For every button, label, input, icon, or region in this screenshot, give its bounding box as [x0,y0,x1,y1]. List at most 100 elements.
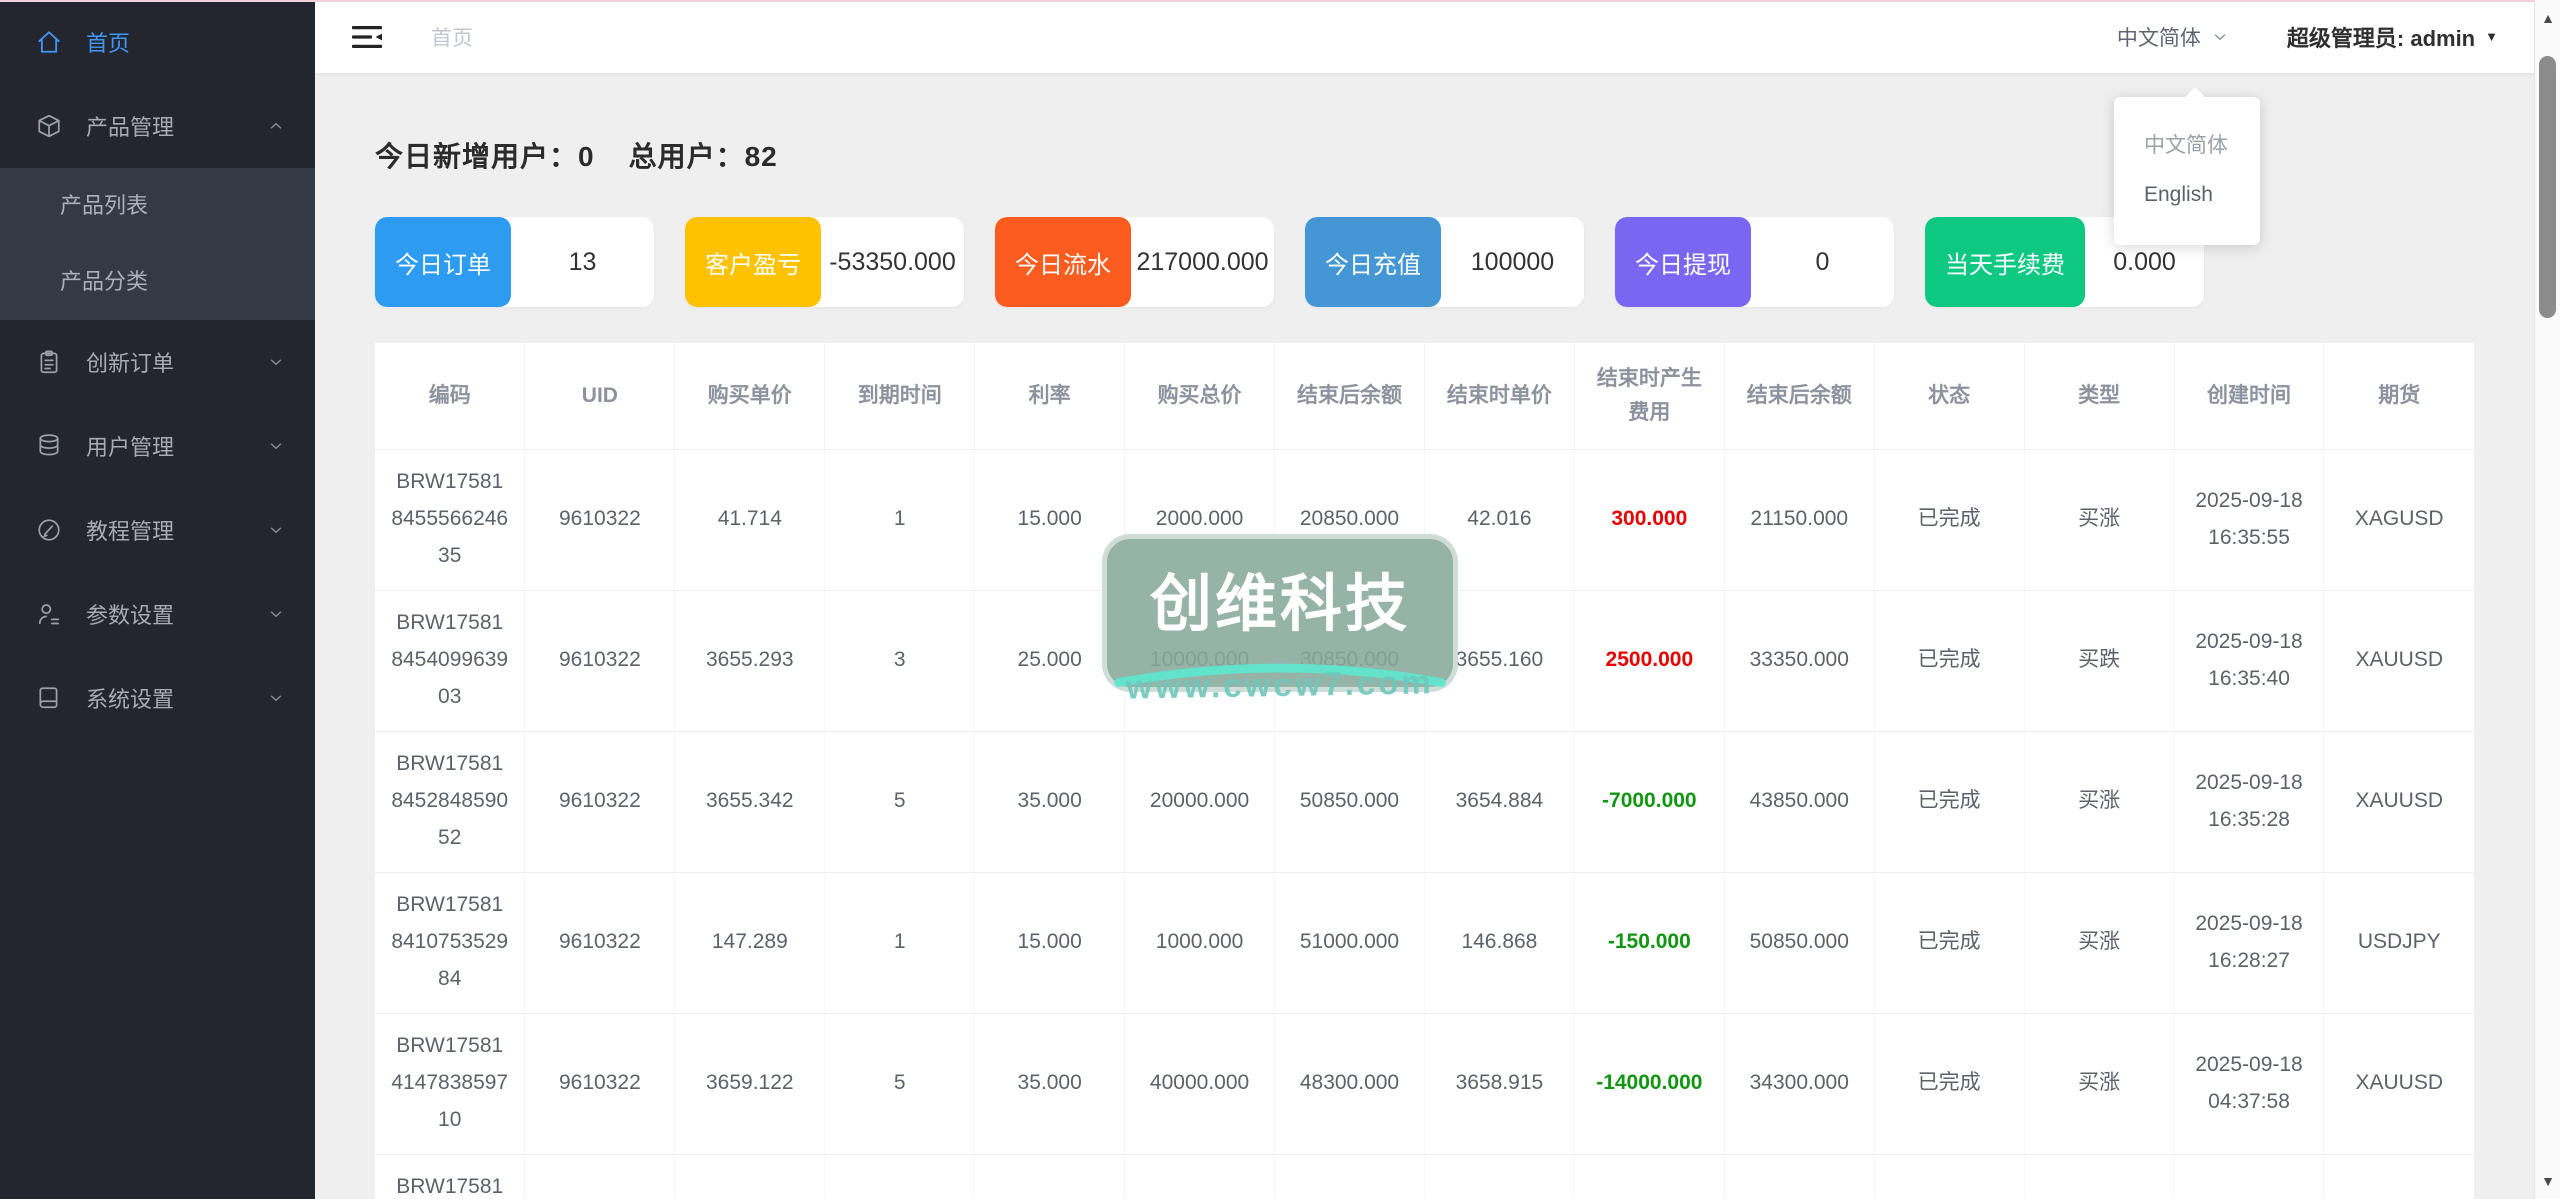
cell-buy-price: 3655.342 [674,731,826,873]
scrollbar-up-arrow[interactable]: ▲ [2535,4,2560,32]
total-users-value: 82 [744,141,778,172]
cell-buy-total: 2000.000 [1124,449,1276,591]
cell-balance-after: 30850.000 [1274,590,1425,732]
table-row: BRW17581414783859710 9610322 3659.122 5 … [375,1013,2474,1155]
cell-end-price: 146.868 [1424,872,1575,1014]
stat-card-value: 217000.000 [1136,247,1269,276]
cell-buy-total: 20000.000 [1124,1154,1276,1199]
language-selector[interactable]: 中文简体 [2117,22,2229,52]
table-row: BRW17581841075352984 9610322 147.289 1 1… [375,872,2474,1014]
cell-buy-price: 3655.293 [674,590,826,732]
language-option-english[interactable]: English [2114,171,2260,219]
cell-status: 已完成 [1874,590,2025,732]
cell-created: 2025-09-18 16:35:40 [2174,590,2325,732]
chevron-down-icon [267,521,285,539]
sidebar-item-orders[interactable]: 创新订单 [0,320,315,404]
sidebar-item-label: 创新订单 [86,351,175,376]
cell-type: 买涨 [2024,872,2175,1014]
sidebar-item-label: 用户管理 [86,435,175,460]
cell-balance-after: 50850.000 [1274,731,1425,873]
cell-balance-end: 34300.000 [1724,1013,1875,1155]
cell-balance-after: 48300.000 [1274,1013,1425,1155]
column-header: 类型 [2024,343,2175,450]
cell-end-fee: -150.000 [1574,872,1725,1014]
column-header: 到期时间 [824,343,976,450]
cell-balance-end: 43850.000 [1724,731,1875,873]
stat-card-label: 今日流水 [995,217,1131,307]
sidebar-item-system-settings[interactable]: 系统设置 [0,656,315,740]
table-row: BRW17581845409963903 9610322 3655.293 3 … [375,590,2474,732]
cell-code: BRW17581414783859710 [375,1013,526,1155]
column-header: 利率 [974,343,1126,450]
column-header: 购买总价 [1124,343,1276,450]
cell-balance-end: 21150.000 [1724,449,1875,591]
sidebar-item-tutorial-mgmt[interactable]: 教程管理 [0,488,315,572]
sidebar-item-param-settings[interactable]: 参数设置 [0,572,315,656]
collapse-sidebar-icon[interactable] [351,22,391,52]
column-header: 结束时单价 [1424,343,1575,450]
scrollbar-thumb[interactable] [2539,56,2556,318]
scrollbar-down-arrow[interactable]: ▼ [2535,1167,2560,1195]
cell-type: 买涨 [2024,1013,2175,1155]
cell-uid: 9610322 [524,1154,676,1199]
chevron-down-icon [267,689,285,707]
cell-expire: 3 [824,1154,976,1199]
stat-card-today-flow: 今日流水 217000.000 [995,217,1274,307]
sidebar-item-label: 系统设置 [86,687,175,712]
new-users-value: 0 [578,141,595,172]
chevron-down-icon [267,437,285,455]
sidebar-item-label: 参数设置 [86,603,175,628]
cell-end-price: 3658.661 [1424,1154,1575,1199]
cell-expire: 5 [824,1013,976,1155]
sidebar-item-home[interactable]: 首页 [0,0,315,84]
cell-balance-after: 68300.000 [1274,1154,1425,1199]
chevron-up-icon [267,117,285,135]
breadcrumb[interactable]: 首页 [431,22,473,52]
stat-card-label: 今日充值 [1305,217,1441,307]
clipboard-icon [36,349,62,375]
cell-uid: 9610322 [524,590,676,732]
cell-rate: 25.000 [974,590,1126,732]
cell-balance-after: 51000.000 [1274,872,1425,1014]
topbar-right: 中文简体 超级管理员: admin ▼ [2117,21,2498,53]
cell-end-price: 42.016 [1424,449,1575,591]
cell-rate: 25.000 [974,1154,1126,1199]
cell-status: 已完成 [1874,1013,2025,1155]
cell-symbol: XAGUSD [2323,449,2474,591]
sidebar-item-label: 首页 [86,31,131,56]
cell-code: BRW17581845556624635 [375,449,526,591]
cell-rate: 35.000 [974,1013,1126,1155]
new-users-label: 今日新增用户： [375,141,579,172]
cell-symbol: USDJPY [2323,872,2474,1014]
stat-card-label: 今日订单 [375,217,511,307]
stat-card-today-deposit: 今日充值 100000 [1305,217,1584,307]
stat-card-label: 客户盈亏 [685,217,821,307]
cell-code: BRW17581845409963903 [375,590,526,732]
cell-symbol: XAUUSD [2323,731,2474,873]
cell-status: 已完成 [1874,1154,2025,1199]
home-icon [36,29,62,55]
language-option-chinese[interactable]: 中文简体 [2114,117,2260,171]
language-label: 中文简体 [2116,26,2201,50]
cell-balance-end: 33350.000 [1724,590,1875,732]
cell-balance-after: 20850.000 [1274,449,1425,591]
column-header: 编码 [375,343,526,450]
cell-type: 买跌 [2024,590,2175,732]
top-accent-strip [0,0,2560,2]
topbar: 首页 中文简体 超级管理员: admin ▼ [315,0,2534,73]
edit-circle-icon [36,517,62,543]
sidebar-submenu-product: 产品列表 产品分类 [0,168,315,320]
cell-buy-total: 20000.000 [1124,731,1276,873]
sidebar-item-user-mgmt[interactable]: 用户管理 [0,404,315,488]
cell-end-fee: -14000.000 [1574,1013,1725,1155]
cell-status: 已完成 [1874,449,2025,591]
sidebar-item-product-mgmt[interactable]: 产品管理 [0,84,315,168]
sidebar-item-product-list[interactable]: 产品列表 [0,168,315,244]
cell-rate: 35.000 [974,731,1126,873]
admin-menu[interactable]: 超级管理员: admin ▼ [2287,21,2498,53]
cell-end-fee: 300.000 [1574,449,1725,591]
column-header: 结束时产生费用 [1574,343,1725,450]
stat-card-value: -53350.000 [829,247,956,276]
sidebar-item-product-category[interactable]: 产品分类 [0,244,315,320]
sidebar-item-label: 产品管理 [86,115,175,140]
